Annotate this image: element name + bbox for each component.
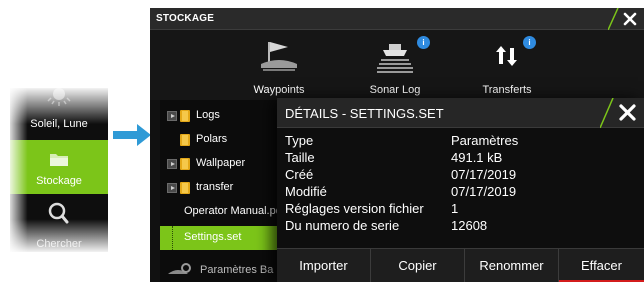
tool-label-transfers: Transferts	[482, 84, 532, 96]
detail-value: 1	[451, 201, 459, 216]
side-menu-label-search: Chercher	[36, 238, 82, 250]
details-list: Type Paramètres Taille 491.1 kB Créé 07/…	[285, 133, 640, 235]
detail-value: 07/17/2019	[451, 184, 517, 199]
arrow-right-icon	[113, 124, 151, 146]
file-row-settings-set[interactable]: Settings.set	[160, 226, 280, 250]
close-icon	[607, 7, 637, 31]
sonar-log-info-badge: i	[417, 36, 430, 49]
file-name: Settings.set	[184, 231, 242, 243]
detail-value: 491.1 kB	[451, 150, 503, 165]
file-row-polars[interactable]: Polars	[160, 128, 280, 152]
detail-row-settings-version: Réglages version fichier 1	[285, 201, 640, 218]
folder-icon	[180, 158, 190, 170]
detail-key: Créé	[285, 167, 314, 182]
storage-window-title: STOCKAGE	[156, 13, 215, 24]
rename-button[interactable]: Renommer	[465, 249, 559, 282]
detail-key: Type	[285, 133, 314, 148]
expand-icon[interactable]	[167, 111, 177, 121]
transfers-info-badge: i	[523, 36, 536, 49]
file-name: Polars	[196, 133, 228, 145]
detail-key: Du numero de serie	[285, 218, 400, 233]
detail-row-type: Type Paramètres	[285, 133, 640, 150]
tree-connector-line	[172, 226, 173, 250]
storage-toolbar: Waypoints i Sonar Log i Transferts	[150, 30, 644, 100]
detail-value: 07/17/2019	[451, 167, 517, 182]
folder-icon	[180, 182, 190, 194]
file-row-wallpaper[interactable]: Wallpaper	[160, 152, 280, 176]
copy-button[interactable]: Copier	[371, 249, 465, 282]
details-close-button[interactable]	[599, 97, 644, 129]
side-menu-label-sun-moon: Soleil, Lune	[30, 118, 88, 130]
folder-icon	[180, 134, 190, 146]
detail-key: Taille	[285, 150, 315, 165]
file-row-operator-manual[interactable]: Operator Manual.pdf	[160, 200, 285, 224]
expand-icon[interactable]	[167, 183, 177, 193]
file-name: Operator Manual.pdf	[184, 205, 285, 217]
file-row-transfer[interactable]: transfer	[160, 176, 280, 200]
side-menu-item-storage[interactable]: Stockage	[10, 140, 108, 194]
detail-row-created: Créé 07/17/2019	[285, 167, 640, 184]
detail-key: Modifié	[285, 184, 327, 199]
detail-row-serial-number: Du numero de serie 12608	[285, 218, 640, 235]
import-button[interactable]: Importer	[277, 249, 371, 282]
details-dialog: DÉTAILS - SETTINGS.SET Type Paramètres T…	[277, 97, 644, 282]
details-title-bar: DÉTAILS - SETTINGS.SET	[277, 97, 644, 129]
detail-key: Réglages version fichier	[285, 201, 424, 216]
file-name: Wallpaper	[196, 157, 246, 169]
transfer-arrows-icon	[487, 38, 527, 74]
folder-icon	[180, 110, 190, 122]
waypoint-flag-icon	[259, 38, 299, 74]
side-menu: Soleil, Lune Stockage Chercher	[10, 88, 108, 252]
storage-title-bar: STOCKAGE	[150, 7, 644, 31]
side-menu-label-storage: Stockage	[36, 175, 82, 187]
close-icon	[599, 97, 636, 129]
sonar-log-icon	[375, 38, 415, 74]
side-menu-item-sun-moon[interactable]: Soleil, Lune	[10, 88, 108, 140]
detail-value: 12608	[451, 218, 488, 233]
file-row-logs[interactable]: Logs	[160, 104, 280, 128]
file-list: Logs Polars Wallpaper transfer Operator …	[160, 100, 285, 282]
file-name: Logs	[196, 109, 220, 121]
storage-close-button[interactable]	[607, 7, 644, 31]
details-title: DÉTAILS - SETTINGS.SET	[285, 106, 444, 121]
details-button-bar: Importer Copier Renommer Effacer	[277, 248, 644, 282]
detail-row-size: Taille 491.1 kB	[285, 150, 640, 167]
tool-transfers[interactable]: i Transferts	[437, 30, 577, 100]
bottom-menu-label: Paramètres Ba	[200, 264, 274, 276]
detail-row-modified: Modifié 07/17/2019	[285, 184, 640, 201]
file-name: transfer	[196, 181, 234, 193]
bottom-menu-item[interactable]: Paramètres Ba	[160, 258, 280, 282]
detail-value: Paramètres	[451, 133, 519, 148]
settings-gear-icon	[168, 263, 191, 274]
delete-button[interactable]: Effacer	[559, 249, 644, 282]
expand-icon[interactable]	[167, 159, 177, 169]
side-menu-item-search[interactable]: Chercher	[10, 194, 108, 252]
